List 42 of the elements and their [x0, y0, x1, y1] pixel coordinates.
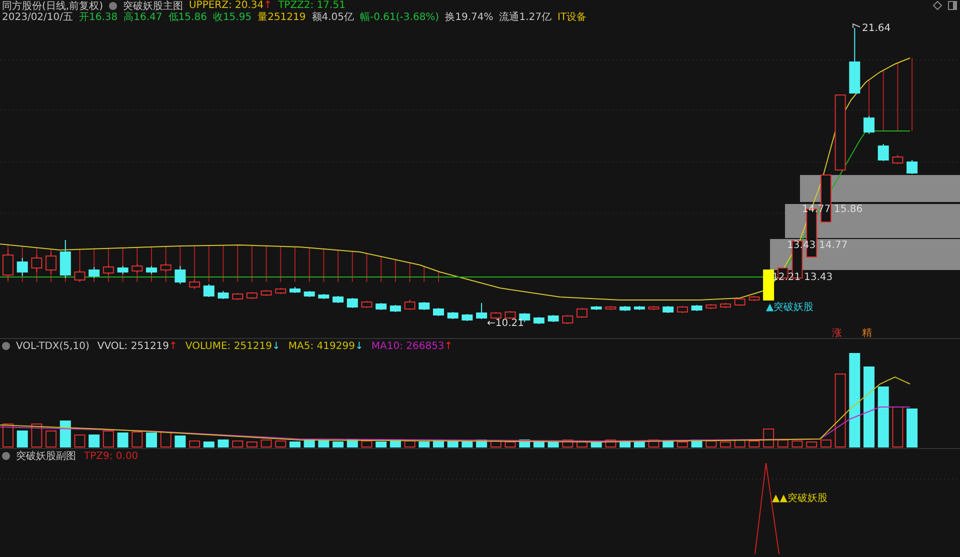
quote-value: 开16.38	[79, 10, 118, 24]
quote-value: 量251219	[258, 10, 306, 24]
quote-value: 幅-0.61(-3.68%)	[360, 10, 440, 24]
quote-value: 额4.05亿	[312, 10, 354, 24]
panel-name: VOL-TDX(5,10)	[16, 340, 90, 352]
indicator-value: MA10: 266853	[371, 340, 444, 352]
trend-arrow: ↓	[272, 340, 280, 352]
marker-label: 精	[862, 328, 872, 338]
trend-arrow: ↑	[264, 0, 272, 11]
price-label: 15.86	[834, 204, 863, 215]
indicator-value: TPZ9: 0.00	[84, 450, 138, 462]
quote-value: 换19.74%	[445, 10, 494, 24]
indicator-value: VVOL: 251219	[97, 340, 170, 352]
indicator-icon[interactable]	[2, 342, 10, 350]
price-label: ←10.21	[487, 318, 524, 329]
quote-value: 低15.86	[168, 10, 207, 24]
leader-line	[852, 23, 860, 28]
stock-title: 同方股份(日线,前复权)	[2, 0, 103, 12]
quote-value: 2023/02/10/五	[2, 10, 74, 24]
panel-icon[interactable]	[948, 1, 957, 10]
marker-label: 涨	[832, 328, 842, 338]
indicator-name: 突破妖股主图	[122, 0, 183, 12]
indicator-value: MA5: 419299	[288, 340, 355, 352]
trend-arrow: ↑	[169, 340, 178, 352]
panel-name: 突破妖股副图	[16, 450, 76, 463]
quote-value: 流通1.27亿	[499, 10, 552, 24]
indicator-value: TPZZ2: 17.51	[278, 0, 346, 11]
diamond-icon[interactable]	[933, 1, 942, 10]
quote-value: IT设备	[558, 10, 587, 24]
indicator-value: VOLUME: 251219	[185, 340, 272, 352]
trend-arrow: ↑	[444, 340, 453, 352]
price-label: 21.64	[862, 23, 891, 34]
price-label: 13.43	[804, 272, 833, 283]
trend-arrow: ↓	[354, 340, 364, 352]
signal-label: ▲▲突破妖股	[772, 493, 828, 504]
indicator-icon[interactable]	[108, 2, 117, 10]
indicator-icon[interactable]	[2, 452, 10, 460]
indicator-value: UPPERZ: 20.34	[188, 0, 264, 11]
quote-value: 高16.47	[124, 10, 162, 24]
signal-label: ▲突破妖股	[766, 302, 814, 313]
price-label: 14.77	[819, 240, 848, 251]
quote-value: 收15.95	[212, 10, 252, 24]
